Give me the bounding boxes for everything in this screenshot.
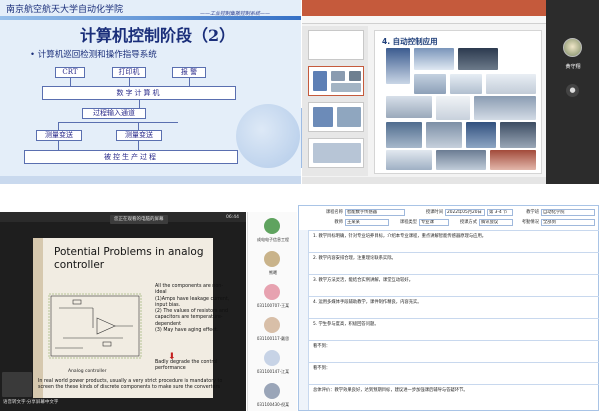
form-section[interactable]: 1. 教学目标明确，针对专业培养目标，介绍本专业课程，重点讲解智能传感器原理与应… bbox=[309, 230, 599, 252]
participants-list: 成电电子信息工程 熊曦 031100707-王某 031100117-戴思 03… bbox=[247, 212, 297, 411]
period-field[interactable]: 第 3-4 节 bbox=[487, 209, 513, 216]
participant-name: 031100147-江某 bbox=[256, 369, 290, 374]
participant-name: 031100707-王某 bbox=[256, 303, 290, 308]
class-label: 教学班 bbox=[526, 210, 539, 215]
slide-footer bbox=[0, 176, 301, 184]
form-section[interactable]: 2. 教学内容安排合理，注重理论联系实际。 bbox=[309, 252, 599, 274]
video-avatar-panel: 黄守翔 ● bbox=[546, 0, 599, 184]
thumbnail-selected[interactable] bbox=[308, 66, 364, 96]
attend-label: 考勤情况 bbox=[521, 220, 539, 225]
input-channel-box: 过程输入通道 bbox=[82, 108, 146, 119]
teacher-label: 教师 bbox=[334, 220, 343, 225]
ship-image bbox=[386, 122, 422, 148]
form-section[interactable]: 4. 运用多媒体手段辅助教学，课件制作精良，内容充实。 bbox=[309, 296, 599, 318]
slide-title: 4. 自动控制应用 bbox=[382, 37, 438, 46]
course-label: 课程名称 bbox=[325, 210, 343, 215]
robot-image bbox=[426, 122, 462, 148]
participant-tile[interactable]: 熊曦 bbox=[248, 247, 298, 280]
problem-points: All the components are non-ideal (1)Amps… bbox=[155, 284, 230, 334]
share-tag: 您正在观看的电脑的屏幕 bbox=[110, 215, 168, 224]
avatar bbox=[264, 284, 280, 300]
avatar bbox=[264, 251, 280, 267]
satellite-image bbox=[458, 48, 498, 70]
computer-box: 数字计算机 bbox=[42, 86, 236, 100]
avatar bbox=[264, 350, 280, 366]
powerpoint-window: 4. 自动控制应用 bbox=[302, 0, 546, 184]
uav-image bbox=[474, 96, 536, 120]
participant-tile[interactable]: 031100117-戴思 bbox=[248, 313, 298, 346]
lecture-title: Potential Problems in analog controller bbox=[54, 246, 204, 271]
participant-tile[interactable]: 031100147-江某 bbox=[248, 346, 298, 379]
mode-field[interactable]: 腾讯会议 bbox=[479, 219, 513, 226]
chinese-slide-panel: 南京航空航天大学自动化学院 ——工业控制集散控制系统—— 计算机控制阶段（2） … bbox=[0, 0, 301, 184]
course-field[interactable]: 智能数字传感器 bbox=[345, 209, 405, 216]
speaker-camera bbox=[2, 372, 32, 397]
transmitter-box-1: 测量变送 bbox=[36, 130, 82, 141]
evaluation-form: 课程名称 智能数字传感器 授课时间 2022年05月20日 第 3-4 节 教学… bbox=[298, 205, 599, 411]
globe-decoration bbox=[236, 104, 300, 168]
participant-name: 熊曦 bbox=[269, 270, 277, 275]
type-label: 课程类型 bbox=[399, 220, 417, 225]
form-sidebar bbox=[299, 230, 309, 410]
ship2-image bbox=[500, 122, 536, 148]
rocket-image bbox=[386, 48, 410, 84]
form-section[interactable]: 看不到： bbox=[309, 340, 599, 362]
mode-label: 授课方式 bbox=[459, 220, 477, 225]
participant-name: 黄守翔 bbox=[565, 64, 581, 70]
drone-image bbox=[486, 74, 536, 94]
participant-tile[interactable]: 031100430-倪某 bbox=[248, 379, 298, 412]
missile-image bbox=[386, 96, 432, 118]
participant-name: 成电电子信息工程 bbox=[257, 237, 289, 242]
participant-name: 031100117-戴思 bbox=[256, 336, 290, 341]
transmitter-box-2: 测量变送 bbox=[116, 130, 162, 141]
slide-title: 计算机控制阶段（2） bbox=[80, 26, 236, 45]
ship3-image bbox=[436, 150, 486, 170]
slide-bullet: • 计算机巡回检测和操作指导系统 bbox=[30, 50, 157, 60]
participant-tile[interactable]: 成电电子信息工程 bbox=[248, 214, 298, 247]
analog-controller-label: Analog controller bbox=[68, 369, 107, 374]
form-section[interactable]: 看不到： bbox=[309, 362, 599, 384]
teacher-field[interactable]: 王某某 bbox=[345, 219, 389, 226]
building-image bbox=[466, 122, 496, 148]
degrade-note: Badly degrade the control performance bbox=[155, 360, 218, 372]
class-field[interactable]: 自动化学院 bbox=[541, 209, 595, 216]
avatar bbox=[264, 317, 280, 333]
aircraft-image bbox=[450, 74, 482, 94]
participant-name: 031100430-倪某 bbox=[256, 402, 290, 407]
form-section[interactable]: 3. 教学方法灵活，能结合实例讲解，课堂互动较好。 bbox=[309, 274, 599, 296]
type-field[interactable]: 专业课 bbox=[419, 219, 449, 226]
mic-icon[interactable]: ● bbox=[566, 84, 579, 97]
plane-image bbox=[414, 48, 454, 70]
subtitle-bar: 语音转文字·分享屏幕中文字 bbox=[3, 400, 59, 405]
process-box: 被控生产过程 bbox=[24, 150, 238, 164]
participant-tile[interactable]: 031100707-王某 bbox=[248, 280, 298, 313]
real-world-text: In real world power products, usually a … bbox=[38, 379, 223, 390]
title-bar bbox=[0, 16, 301, 20]
clock: 06:44 bbox=[226, 215, 239, 220]
avatar bbox=[264, 218, 280, 234]
attend-field[interactable]: 全部到 bbox=[541, 219, 595, 226]
thumbnail[interactable] bbox=[308, 102, 364, 132]
form-section[interactable]: 5. 学生参与度高，积极回答问题。 bbox=[309, 318, 599, 340]
thumbnail[interactable] bbox=[308, 138, 364, 168]
avatar bbox=[563, 38, 582, 57]
car-image bbox=[490, 150, 536, 170]
thumbnail[interactable] bbox=[308, 30, 364, 60]
jet-image bbox=[414, 74, 446, 94]
slide-thumbnails[interactable] bbox=[302, 26, 368, 176]
train-image bbox=[386, 150, 432, 170]
ppt-menu[interactable] bbox=[302, 16, 546, 24]
ppt-ribbon bbox=[302, 0, 546, 16]
university-name: 南京航空航天大学自动化学院 bbox=[6, 5, 124, 15]
quadcopter-image bbox=[436, 96, 470, 120]
date-field[interactable]: 2022年05月20日 bbox=[445, 209, 485, 216]
meeting-screen-share: 您正在观看的电脑的屏幕 06:44 Potential Problems in … bbox=[0, 212, 246, 411]
ppt-status-bar bbox=[302, 177, 546, 184]
form-section[interactable]: 总体评价：教学效果良好，达到预期目标，建议进一步加强课后辅导与答疑环节。 bbox=[309, 384, 599, 410]
date-label: 授课时间 bbox=[425, 210, 443, 215]
avatar bbox=[264, 383, 280, 399]
